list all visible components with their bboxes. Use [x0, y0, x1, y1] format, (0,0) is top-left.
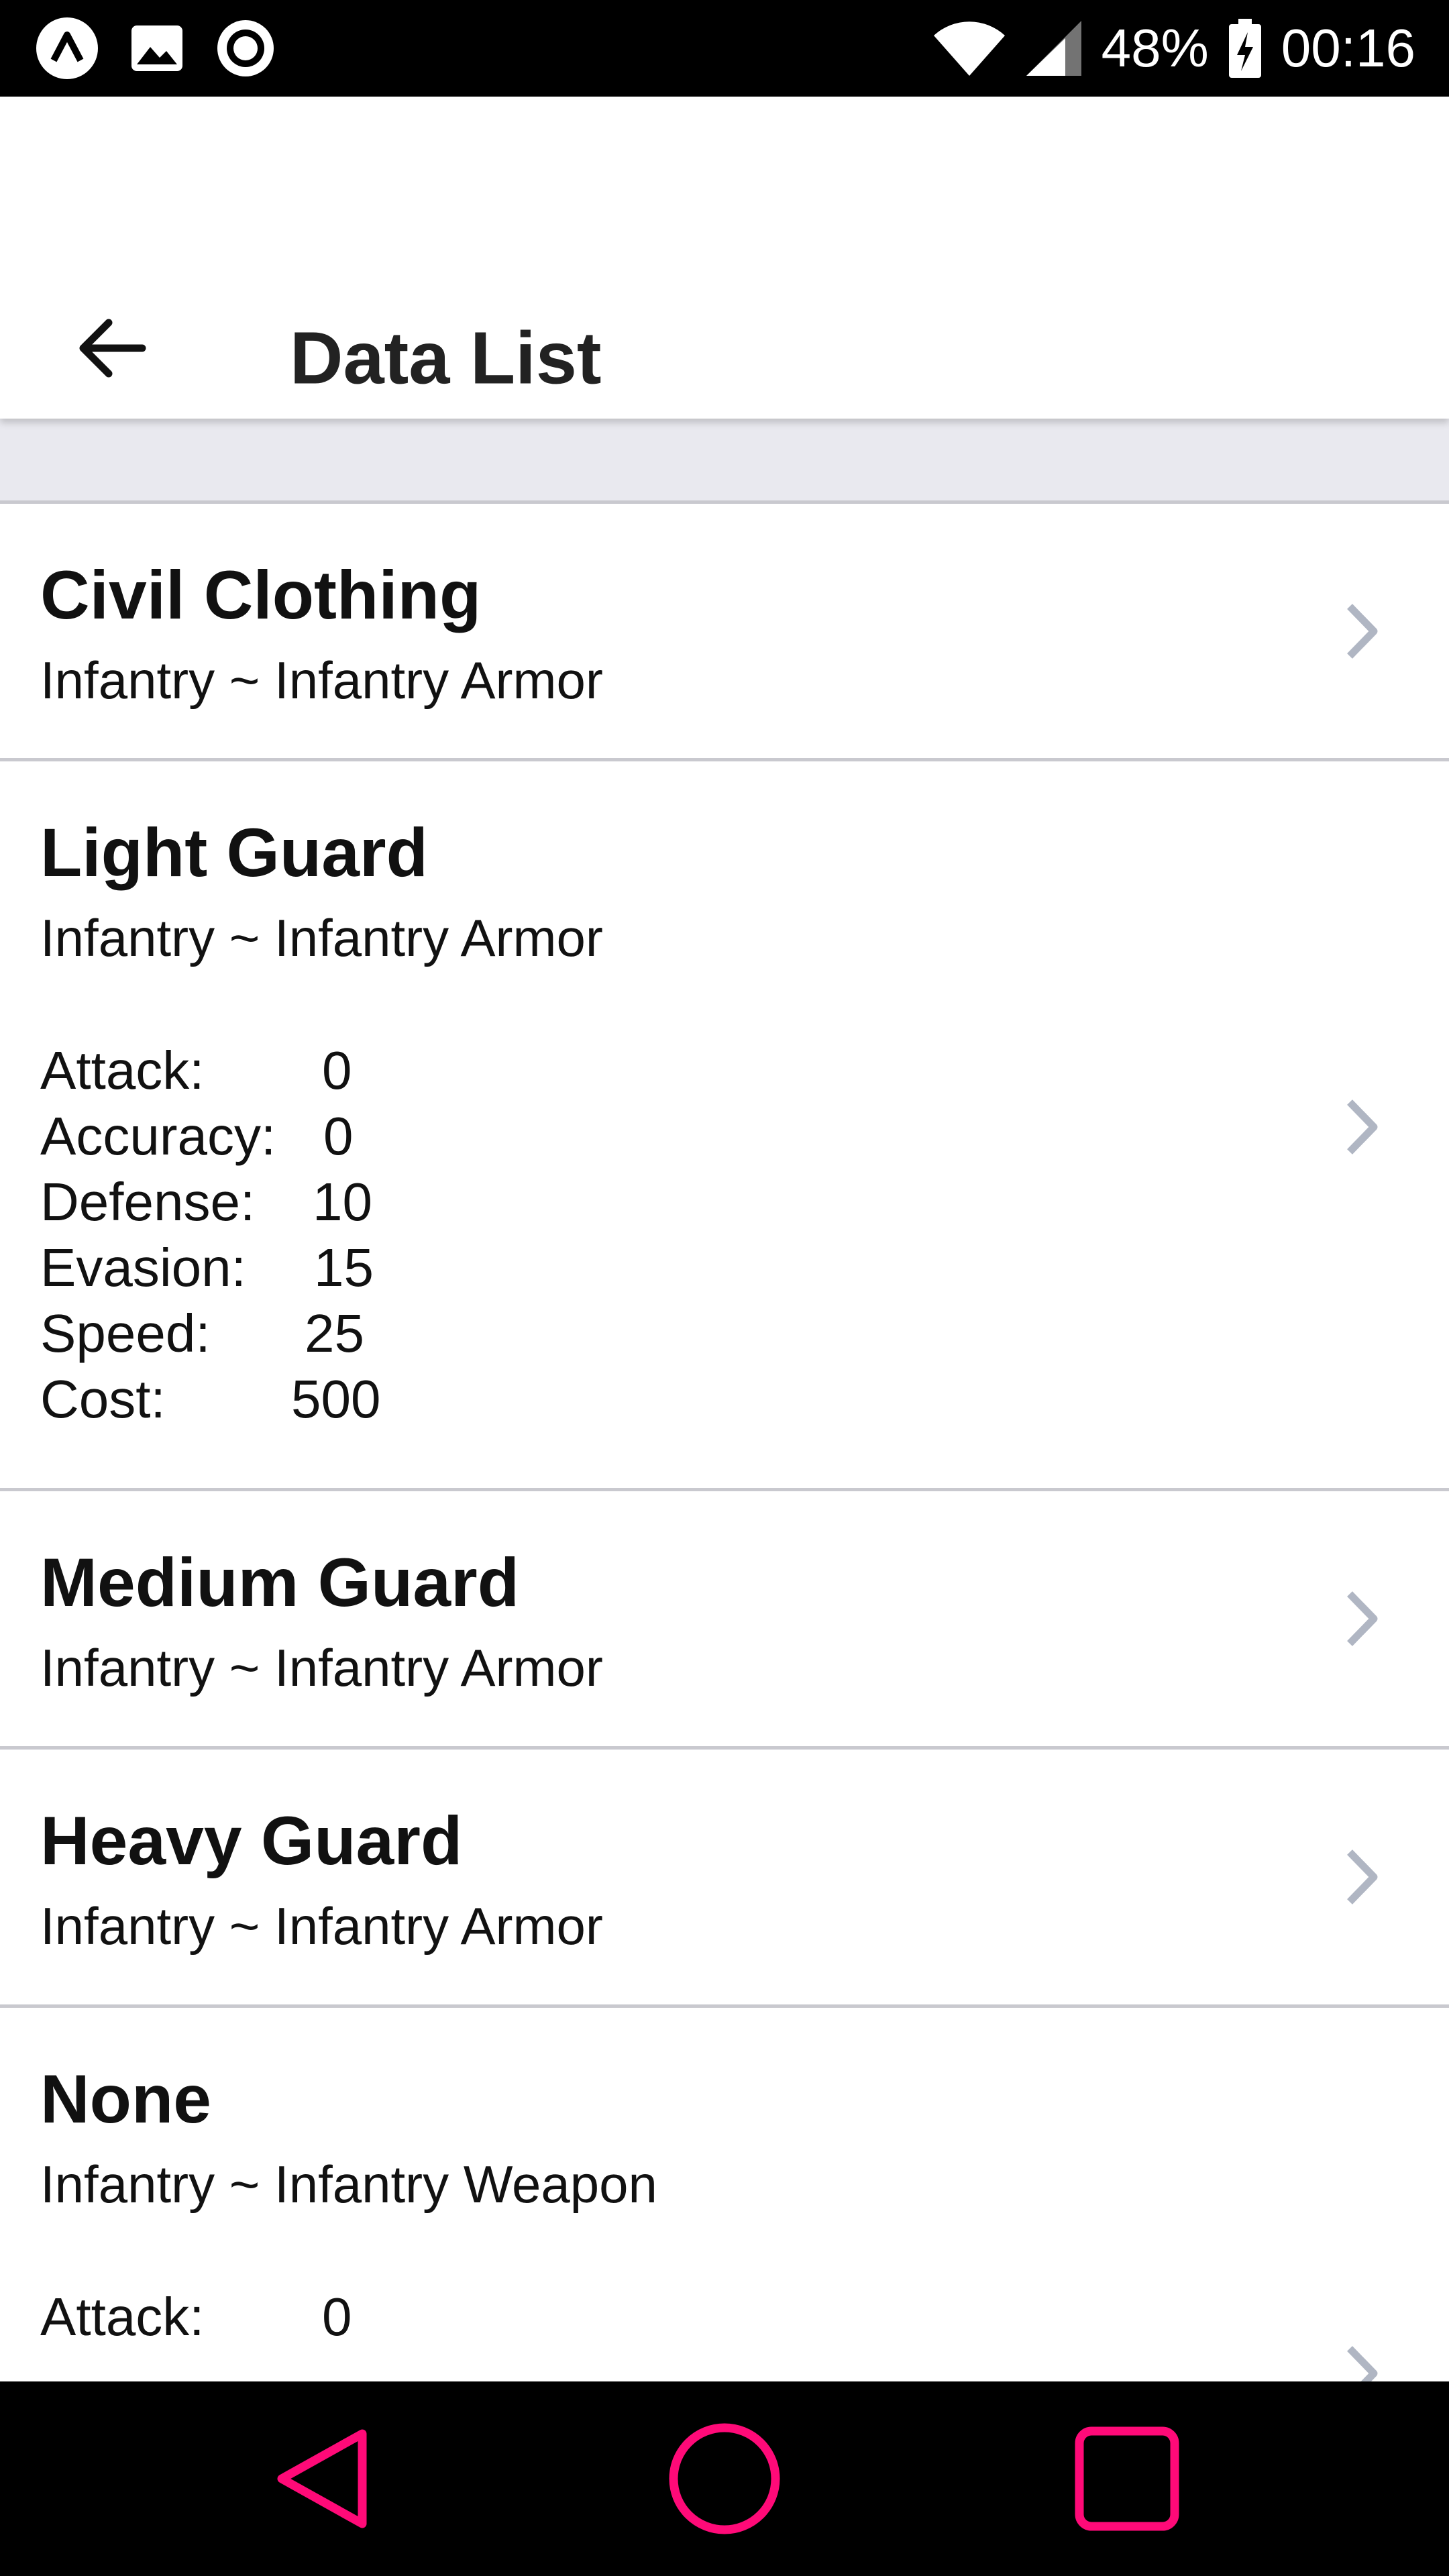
stat-row-attack: Attack: 0	[40, 1038, 510, 1104]
list-item-medium-guard[interactable]: Medium Guard Infantry ~ Infantry Armor	[0, 1491, 1449, 1750]
item-title: Civil Clothing	[40, 557, 482, 633]
image-icon	[129, 20, 185, 76]
back-triangle-icon	[277, 2429, 367, 2528]
stat-row-accuracy: Accuracy: 0	[40, 1104, 510, 1169]
back-button[interactable]	[62, 298, 162, 398]
app-logo-icon	[35, 16, 99, 80]
arrow-left-icon	[79, 319, 146, 378]
stat-label: Accuracy:	[40, 1106, 276, 1166]
list-item-civil-clothing[interactable]: Civil Clothing Infantry ~ Infantry Armor	[0, 504, 1449, 761]
stat-value: 0	[322, 2287, 352, 2347]
item-subtitle: Infantry ~ Infantry Armor	[40, 651, 603, 710]
item-title: Light Guard	[40, 814, 428, 891]
list-item-light-guard[interactable]: Light Guard Infantry ~ Infantry Armor At…	[0, 761, 1449, 1491]
stat-label: Cost:	[40, 1369, 166, 1429]
item-subtitle: Infantry ~ Infantry Weapon	[40, 2155, 657, 2214]
item-subtitle: Infantry ~ Infantry Armor	[40, 908, 603, 967]
stat-value: 500	[291, 1369, 381, 1429]
stat-value: 25	[305, 1303, 364, 1363]
item-title: Heavy Guard	[40, 1803, 463, 1879]
item-stats: Attack: 0	[40, 2284, 510, 2350]
stat-row-defense: Defense: 10	[40, 1169, 510, 1235]
item-stats: Attack: 0 Accuracy: 0 Defense: 10 Evasio…	[40, 1038, 510, 1432]
stat-value: 15	[314, 1238, 374, 1297]
chevron-right-icon	[1342, 601, 1382, 661]
page-title: Data List	[290, 317, 602, 400]
record-icon	[215, 17, 276, 79]
stat-label: Speed:	[40, 1303, 211, 1363]
clock: 00:16	[1281, 18, 1415, 78]
stat-row-cost: Cost: 500	[40, 1366, 510, 1432]
nav-back-button[interactable]	[255, 2415, 389, 2542]
signal-icon	[1024, 18, 1084, 78]
stat-label: Defense:	[40, 1172, 256, 1232]
nav-home-button[interactable]	[657, 2415, 792, 2542]
stat-row-speed: Speed: 25	[40, 1301, 510, 1366]
stat-label: Attack:	[40, 2287, 205, 2347]
chevron-right-icon	[1342, 1847, 1382, 1907]
status-bar-right: 48% 00:16	[932, 16, 1415, 80]
navigation-bar	[0, 2381, 1449, 2576]
stat-value: 0	[322, 1040, 352, 1100]
chevron-right-icon	[1342, 1097, 1382, 1157]
list-header-band	[0, 419, 1449, 504]
nav-recents-button[interactable]	[1060, 2415, 1194, 2542]
wifi-icon	[932, 18, 1006, 78]
battery-charging-icon	[1226, 17, 1264, 79]
stat-value: 10	[313, 1172, 372, 1232]
item-title: Medium Guard	[40, 1544, 520, 1621]
recents-square-icon	[1075, 2426, 1179, 2531]
data-list: Civil Clothing Infantry ~ Infantry Armor…	[0, 504, 1449, 2477]
item-subtitle: Infantry ~ Infantry Armor	[40, 1896, 603, 1955]
stat-label: Attack:	[40, 1040, 205, 1100]
chevron-right-icon	[1342, 1589, 1382, 1649]
list-item-heavy-guard[interactable]: Heavy Guard Infantry ~ Infantry Armor	[0, 1750, 1449, 2008]
app-bar: Data List	[0, 97, 1449, 419]
home-circle-icon	[669, 2423, 780, 2534]
battery-percent: 48%	[1101, 18, 1209, 78]
stat-row-evasion: Evasion: 15	[40, 1235, 510, 1301]
status-bar: 48% 00:16	[0, 0, 1449, 97]
stat-value: 0	[323, 1106, 354, 1166]
status-bar-left	[35, 16, 276, 80]
stat-row-attack: Attack: 0	[40, 2284, 510, 2350]
item-subtitle: Infantry ~ Infantry Armor	[40, 1638, 603, 1697]
item-title: None	[40, 2061, 211, 2137]
stat-label: Evasion:	[40, 1238, 246, 1297]
